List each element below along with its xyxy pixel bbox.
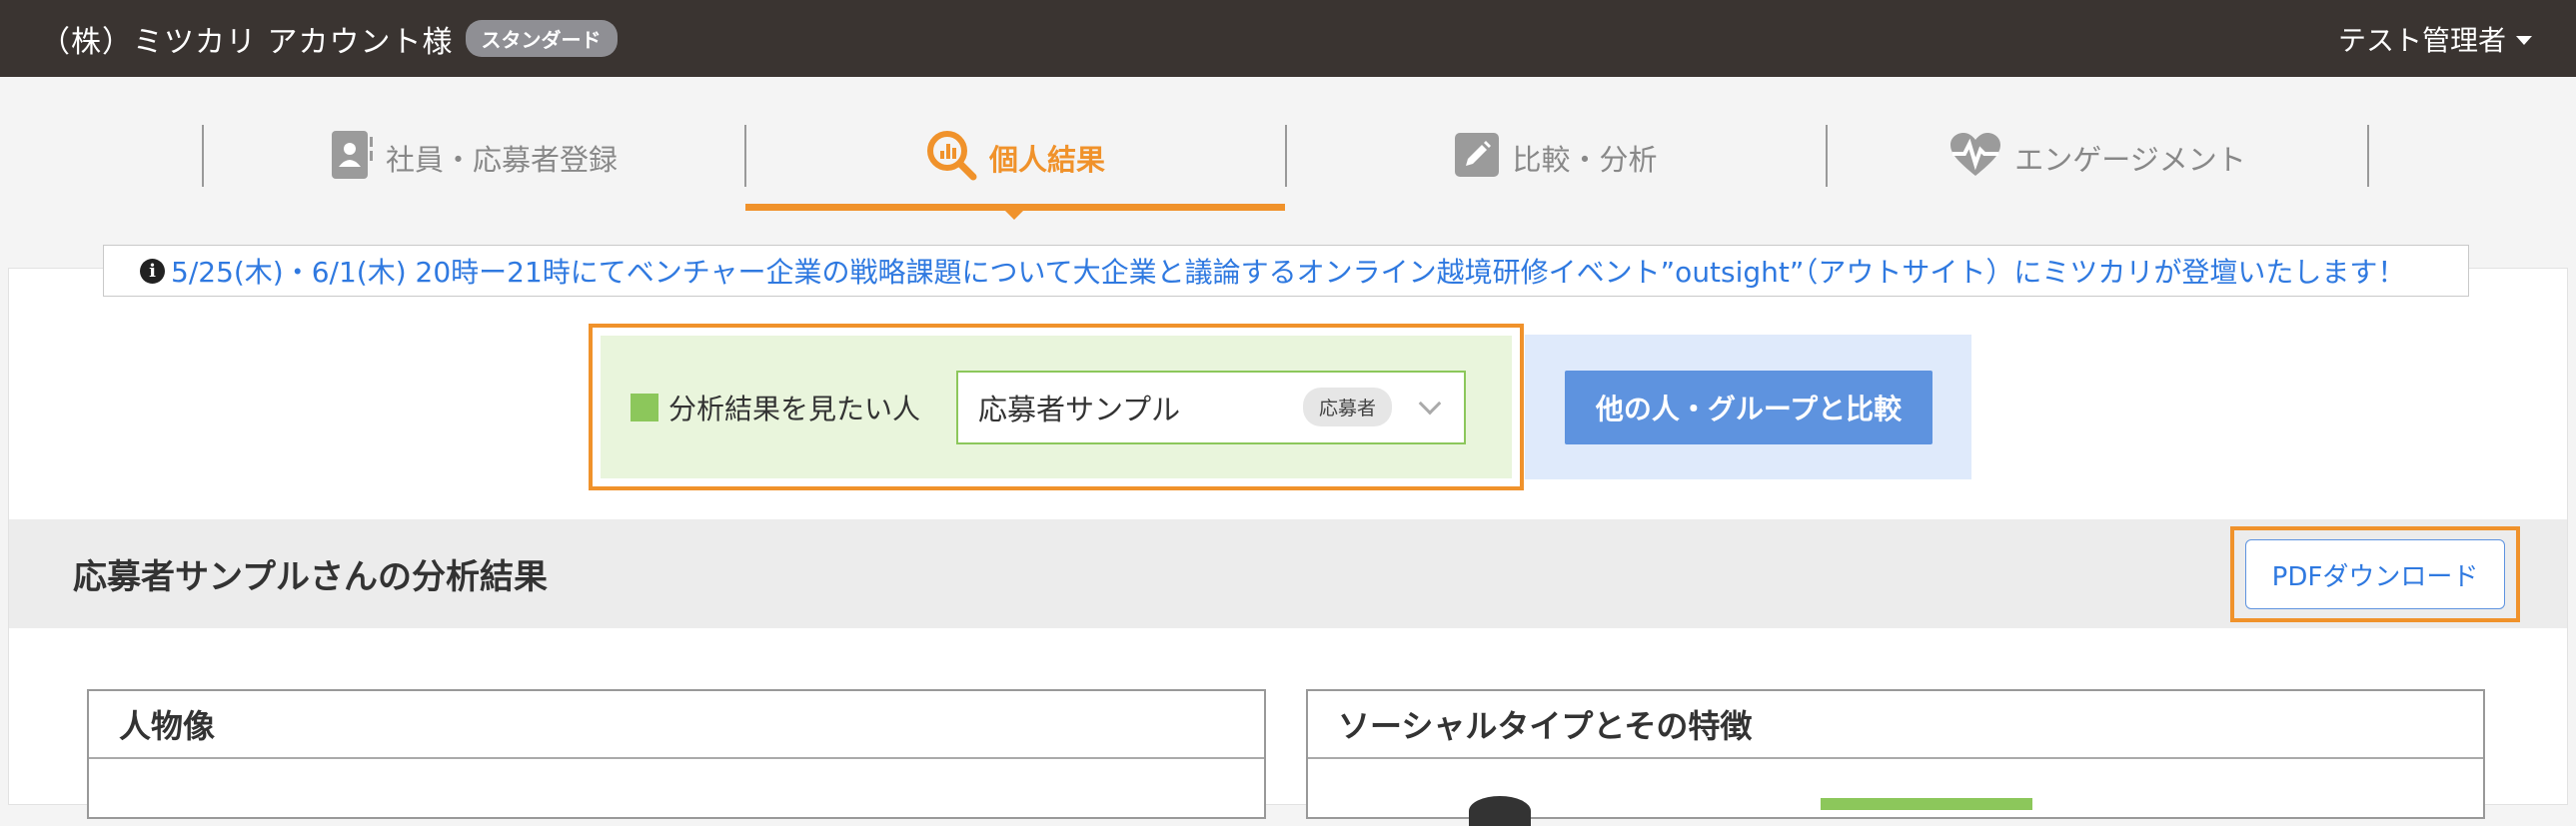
heart-pulse-icon <box>1948 132 2002 185</box>
selected-person: 応募者サンプル <box>978 392 1181 426</box>
card-title: 人物像 <box>89 691 1264 759</box>
role-badge: 応募者 <box>1303 388 1393 426</box>
result-title: 応募者サンプルさんの分析結果 <box>73 557 548 597</box>
pdf-download-button[interactable]: PDFダウンロード <box>2245 539 2505 609</box>
social-type-bar <box>1821 798 2032 810</box>
person-card-icon <box>330 129 374 188</box>
plan-badge: スタンダード <box>465 20 618 57</box>
green-square-icon <box>631 393 658 421</box>
main-tabs: 社員・応募者登録 個人結果 比較・分析 エンゲージメント <box>0 77 2576 267</box>
result-header: 応募者サンプルさんの分析結果 PDFダウンロード <box>9 519 2567 628</box>
compare-area: 他の人・グループと比較 <box>1525 335 1971 479</box>
person-selector: 分析結果を見たい人 応募者サンプル 応募者 <box>601 336 1512 478</box>
user-menu[interactable]: テスト管理者 <box>2338 19 2532 59</box>
tab-comparison[interactable]: 比較・分析 <box>1286 127 1826 239</box>
company-name: （株）ミツカリ アカウント様 <box>40 24 454 60</box>
person-selector-highlight: 分析結果を見たい人 応募者サンプル 応募者 <box>589 324 1524 490</box>
active-tab-indicator <box>745 204 1285 211</box>
tab-label: エンゲージメント <box>2014 143 2246 177</box>
notice-text: 5/25(木)・6/1(木) 20時ー21時にてベンチャー企業の戦略課題について… <box>171 256 2406 289</box>
persona-card: 人物像 <box>87 689 1266 819</box>
chevron-down-icon <box>1418 392 1442 414</box>
tab-individual-results[interactable]: 個人結果 <box>745 127 1285 239</box>
selector-label: 分析結果を見たい人 <box>668 392 921 425</box>
tab-registration[interactable]: 社員・応募者登録 <box>204 127 743 239</box>
top-bar: （株）ミツカリ アカウント様 スタンダード テスト管理者 <box>0 0 2576 77</box>
compare-button[interactable]: 他の人・グループと比較 <box>1565 370 1932 444</box>
tab-engagement[interactable]: エンゲージメント <box>1828 127 2367 239</box>
tab-label: 個人結果 <box>988 143 1105 177</box>
active-tab-notch <box>1005 211 1023 220</box>
pencil-icon <box>1454 132 1500 185</box>
tab-label: 社員・応募者登録 <box>385 143 618 177</box>
search-chart-icon <box>925 129 977 188</box>
tab-label: 比較・分析 <box>1512 143 1658 177</box>
notice-banner[interactable]: i 5/25(木)・6/1(木) 20時ー21時にてベンチャー企業の戦略課題につ… <box>103 245 2469 297</box>
avatar <box>1469 796 1531 826</box>
person-select[interactable]: 応募者サンプル 応募者 <box>956 370 1467 444</box>
pdf-button-highlight: PDFダウンロード <box>2230 526 2520 622</box>
caret-down-icon <box>2516 36 2532 45</box>
card-title: ソーシャルタイプとその特徴 <box>1308 691 2483 759</box>
user-menu-label: テスト管理者 <box>2337 23 2506 57</box>
info-icon: i <box>140 258 165 284</box>
tab-divider <box>2367 125 2369 187</box>
